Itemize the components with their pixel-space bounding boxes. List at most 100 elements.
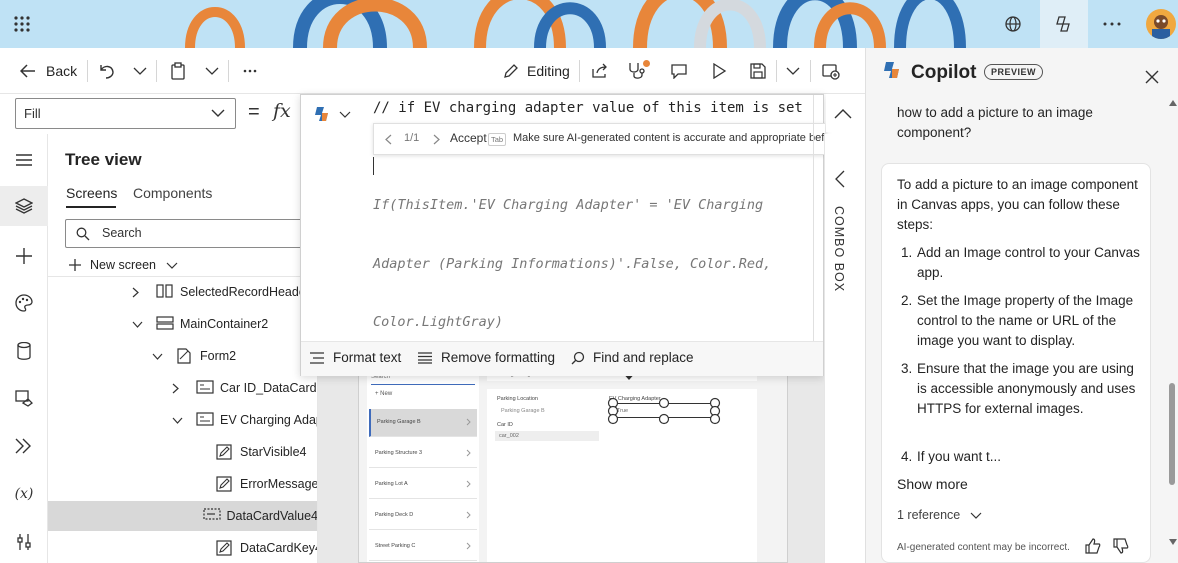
thumbs-down-icon[interactable] <box>1113 538 1129 554</box>
apps-grid-icon[interactable] <box>8 10 36 38</box>
more-commands-button[interactable] <box>243 48 257 94</box>
scroll-up-icon <box>1169 100 1177 106</box>
step-text: Add an Image control to your Canvas app. <box>917 245 1140 280</box>
tree-view-panel: Tree view Screens Components Search New … <box>48 134 318 563</box>
undo-icon <box>98 63 116 79</box>
chevron-down-icon <box>339 111 351 118</box>
code-line: If(ThisItem.'EV Charging Adapter' = 'EV … <box>373 197 764 213</box>
media-icon[interactable] <box>10 384 38 412</box>
scroll-thumb[interactable] <box>1169 383 1175 485</box>
data-cylinder-icon[interactable] <box>10 337 38 365</box>
chevron-down-icon[interactable] <box>132 321 146 328</box>
close-icon[interactable] <box>1145 70 1159 84</box>
back-button[interactable]: Back <box>20 48 77 94</box>
theme-palette-icon[interactable] <box>10 289 38 317</box>
step-number: 2. <box>901 293 913 308</box>
chevron-left-icon[interactable] <box>835 170 845 188</box>
control-type-icon <box>216 476 234 492</box>
chevron-right-icon[interactable] <box>132 287 146 298</box>
plus-icon[interactable] <box>10 242 38 270</box>
tree-item[interactable]: MainContainer2 <box>48 309 317 339</box>
divider <box>810 60 811 82</box>
copilot-title: Copilot <box>911 62 977 83</box>
paste-dropdown[interactable] <box>205 48 219 94</box>
advanced-tools-icon[interactable] <box>10 528 38 556</box>
save-button[interactable] <box>750 48 766 94</box>
equals-sign: = <box>248 101 260 123</box>
gallery-item[interactable]: Parking Garage B <box>369 409 477 437</box>
scroll-down-icon <box>1169 539 1177 545</box>
preview-button[interactable] <box>711 48 727 94</box>
accept-button[interactable]: Accept <box>450 131 487 145</box>
show-more-button[interactable]: Show more <box>897 476 968 492</box>
ai-disclaimer: Make sure AI-generated content is accura… <box>513 132 825 144</box>
gallery-item-label: Street Parking C <box>375 543 416 549</box>
format-text-button[interactable]: Format text <box>309 350 401 365</box>
format-text-icon <box>309 351 325 364</box>
collapse-formula-button[interactable] <box>826 94 865 132</box>
property-dropdown[interactable]: Fill <box>15 98 236 129</box>
publish-button[interactable] <box>822 48 840 94</box>
tree-item[interactable]: StarVisible4 <box>48 437 317 467</box>
comments-button[interactable] <box>670 48 688 94</box>
tree-item-label: DataCardValue4 <box>226 509 318 523</box>
formula-comment: // if EV charging adapter value of this … <box>373 100 803 116</box>
chevron-right-icon[interactable] <box>172 383 186 394</box>
more-icon[interactable] <box>1098 10 1126 38</box>
gallery-item[interactable]: Parking Deck D <box>369 502 477 530</box>
app-checker-icon <box>627 60 650 80</box>
chevron-down-icon[interactable] <box>152 353 166 360</box>
tree-item[interactable]: DataCardValue4 <box>48 501 318 531</box>
copilot-formula-button[interactable] <box>313 105 351 123</box>
combo-box-label: COMBO BOX <box>832 206 846 293</box>
chevron-right-icon[interactable] <box>433 134 440 145</box>
app-checker-button[interactable] <box>627 48 650 94</box>
new-screen-button[interactable]: New screen <box>68 255 178 275</box>
copilot-scrollbar[interactable] <box>1167 100 1178 563</box>
tree-item[interactable]: EV Charging Adapte <box>48 405 317 435</box>
gallery-item[interactable]: Parking Lot A <box>369 471 477 499</box>
control-type-icon <box>216 444 234 460</box>
variables-icon[interactable]: (x) <box>10 480 38 508</box>
thumbs-up-icon[interactable] <box>1085 538 1101 554</box>
chevron-right-icon <box>466 480 471 488</box>
formula-editor[interactable]: // if EV charging adapter value of this … <box>300 94 825 376</box>
chevron-right-icon <box>466 511 471 519</box>
power-automate-icon[interactable] <box>10 432 38 460</box>
references-toggle[interactable]: 1 reference <box>897 508 982 522</box>
tab-screens[interactable]: Screens <box>66 185 117 201</box>
tree-item[interactable]: Form2 <box>48 341 317 371</box>
formula-code[interactable]: If(ThisItem.'EV Charging Adapter' = 'EV … <box>373 157 771 372</box>
gallery-item[interactable]: Parking Structure 3 <box>369 440 477 468</box>
gallery-new: + New <box>375 391 393 397</box>
tree-search-input[interactable]: Search <box>65 219 317 248</box>
top-banner <box>0 0 1178 48</box>
tree-item[interactable]: Car ID_DataCard2 <box>48 373 317 403</box>
code-line: Color.LightGray) <box>373 314 504 330</box>
tree-item[interactable]: DataCardKey4 <box>48 533 317 563</box>
tree-item[interactable]: ErrorMessage4 <box>48 469 317 499</box>
copilot-icon <box>313 105 333 123</box>
paste-button[interactable] <box>170 48 186 94</box>
chevron-left-icon[interactable] <box>385 134 392 145</box>
tree-view-tab[interactable] <box>0 186 48 226</box>
hamburger-menu-icon[interactable] <box>10 146 38 174</box>
chevron-down-icon[interactable] <box>172 417 186 424</box>
environment-globe-icon[interactable] <box>999 10 1027 38</box>
undo-button[interactable] <box>98 48 116 94</box>
gallery-item[interactable]: Street Parking C <box>369 533 477 561</box>
left-rail: (x) <box>0 134 48 563</box>
find-replace-button[interactable]: Find and replace <box>571 350 694 365</box>
selection-handles[interactable] <box>607 397 723 425</box>
undo-dropdown[interactable] <box>133 48 147 94</box>
editing-mode-button[interactable]: Editing <box>503 48 570 94</box>
save-dropdown[interactable] <box>786 48 800 94</box>
editor-toolbar: Format text Remove formatting Find and r… <box>301 342 823 376</box>
tab-components[interactable]: Components <box>133 185 212 201</box>
copilot-toggle[interactable] <box>1040 0 1088 48</box>
step-text: Set the Image property of the Image cont… <box>917 293 1134 348</box>
remove-formatting-button[interactable]: Remove formatting <box>417 350 555 365</box>
tree-item[interactable]: SelectedRecordHeaderC <box>48 277 317 307</box>
share-button[interactable] <box>591 48 609 94</box>
avatar[interactable] <box>1146 9 1176 39</box>
